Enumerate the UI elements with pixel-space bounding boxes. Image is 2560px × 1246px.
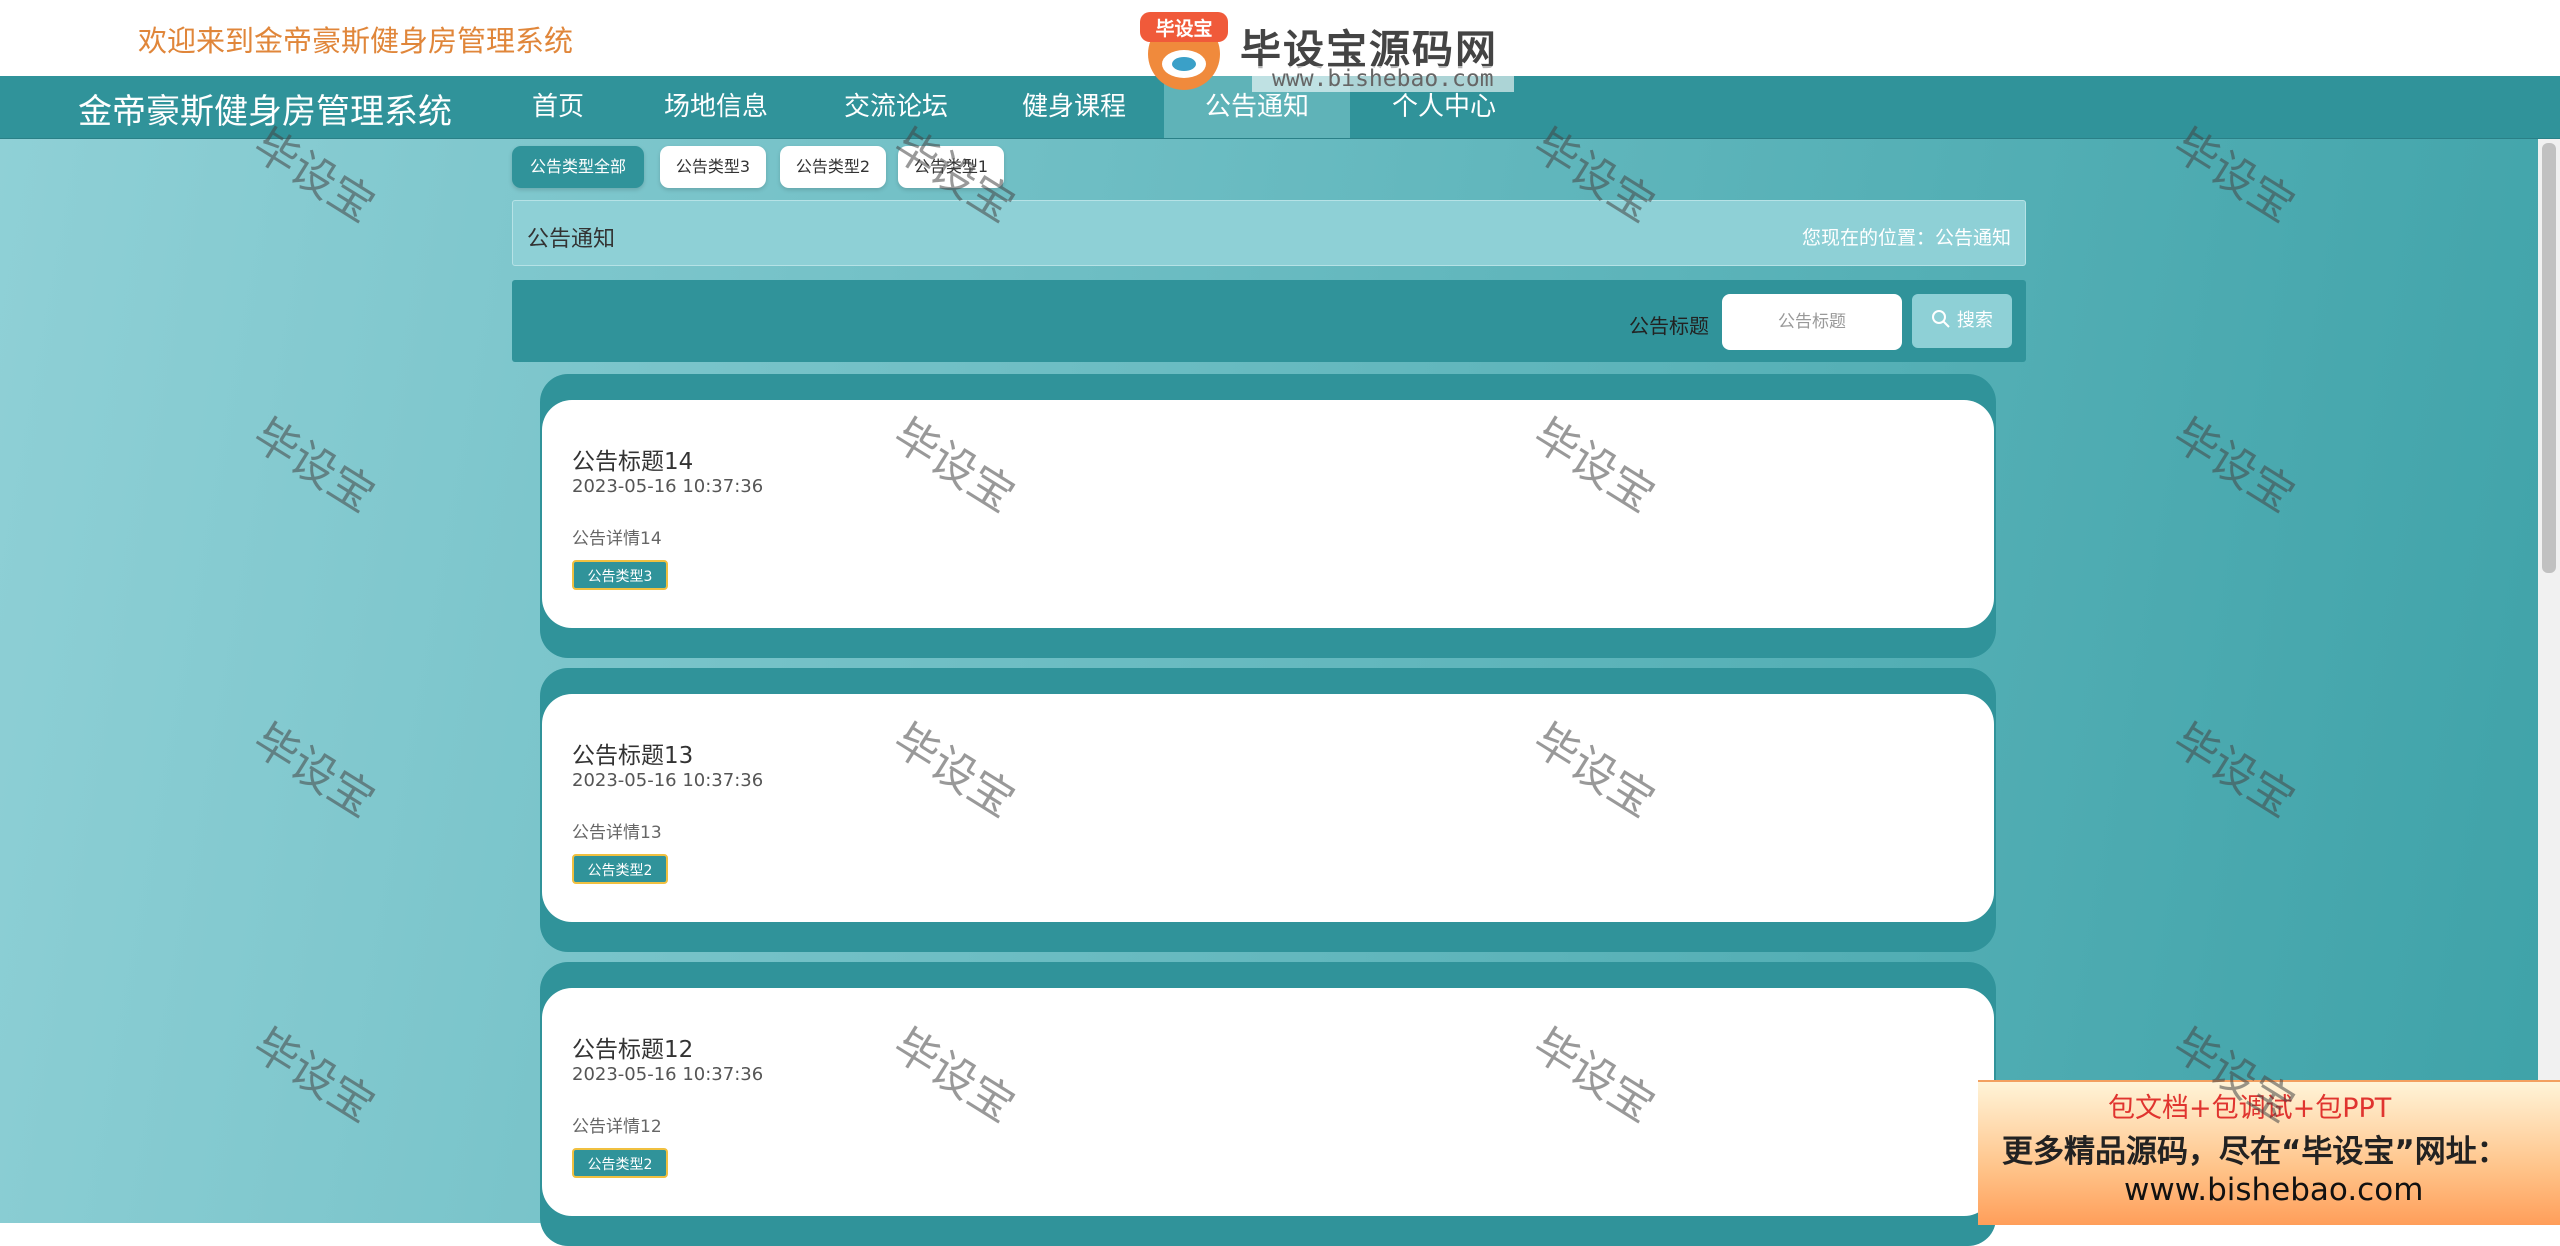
promo-line-1: 包文档+包调试+包PPT bbox=[2108, 1093, 2392, 1124]
site-logo[interactable]: 毕设宝 毕设宝源码网 www.bishebao.com bbox=[1136, 6, 1518, 98]
notice-type-tag: 公告类型2 bbox=[572, 854, 668, 884]
notice-time: 2023-05-16 10:37:36 bbox=[572, 770, 764, 791]
welcome-text: 欢迎来到金帝豪斯健身房管理系统 bbox=[138, 24, 574, 58]
nav-fitness-courses[interactable]: 健身课程 bbox=[1010, 76, 1138, 138]
search-bar: 公告标题 搜索 bbox=[512, 280, 2026, 362]
notice-detail: 公告详情13 bbox=[572, 823, 662, 843]
notice-card[interactable]: 公告标题12 2023-05-16 10:37:36 公告详情12 公告类型2 bbox=[540, 962, 1996, 1246]
logo-badge-icon: 毕设宝 bbox=[1140, 12, 1228, 90]
search-label: 公告标题 bbox=[1629, 314, 1709, 338]
search-icon bbox=[1932, 310, 1950, 328]
nav-venue-info[interactable]: 场地信息 bbox=[652, 76, 780, 138]
notice-time: 2023-05-16 10:37:36 bbox=[572, 1064, 764, 1085]
notice-card[interactable]: 公告标题14 2023-05-16 10:37:36 公告详情14 公告类型3 bbox=[540, 374, 1996, 658]
notice-card[interactable]: 公告标题13 2023-05-16 10:37:36 公告详情13 公告类型2 bbox=[540, 668, 1996, 952]
promo-banner[interactable]: 包文档+包调试+包PPT 更多精品源码，尽在“毕设宝”网址： www.bishe… bbox=[1978, 1080, 2560, 1225]
notice-title[interactable]: 公告标题13 bbox=[572, 736, 693, 770]
search-input[interactable] bbox=[1722, 294, 1902, 350]
notice-time: 2023-05-16 10:37:36 bbox=[572, 476, 764, 497]
nav-home[interactable]: 首页 bbox=[512, 76, 604, 138]
page-title-bar: 公告通知 您现在的位置：公告通知 bbox=[512, 200, 2026, 266]
notice-card-body: 公告标题12 2023-05-16 10:37:36 公告详情12 公告类型2 bbox=[542, 988, 1994, 1216]
category-1-button[interactable]: 公告类型1 bbox=[898, 146, 1004, 188]
breadcrumb: 您现在的位置：公告通知 bbox=[1801, 227, 2011, 249]
brand-title: 金帝豪斯健身房管理系统 bbox=[78, 92, 452, 132]
page-title: 公告通知 bbox=[527, 227, 616, 252]
notice-title[interactable]: 公告标题14 bbox=[572, 442, 693, 476]
scrollbar-thumb[interactable] bbox=[2542, 143, 2556, 573]
logo-badge-text: 毕设宝 bbox=[1155, 17, 1212, 40]
category-3-button[interactable]: 公告类型3 bbox=[660, 146, 766, 188]
promo-url[interactable]: www.bishebao.com bbox=[2124, 1172, 2423, 1208]
nav-forum[interactable]: 交流论坛 bbox=[832, 76, 960, 138]
page-scrollbar[interactable] bbox=[2538, 139, 2560, 1223]
notice-type-tag: 公告类型3 bbox=[572, 560, 668, 590]
notice-type-tag: 公告类型2 bbox=[572, 1148, 668, 1178]
search-button[interactable]: 搜索 bbox=[1912, 294, 2012, 348]
notice-title[interactable]: 公告标题12 bbox=[572, 1030, 693, 1064]
search-button-label: 搜索 bbox=[1956, 310, 1993, 331]
notice-card-body: 公告标题13 2023-05-16 10:37:36 公告详情13 公告类型2 bbox=[542, 694, 1994, 922]
notice-detail: 公告详情12 bbox=[572, 1117, 662, 1137]
logo-url: www.bishebao.com bbox=[1252, 66, 1514, 92]
promo-line-2: 更多精品源码，尽在“毕设宝”网址： bbox=[2002, 1134, 2508, 1170]
notice-card-body: 公告标题14 2023-05-16 10:37:36 公告详情14 公告类型3 bbox=[542, 400, 1994, 628]
notice-detail: 公告详情14 bbox=[572, 529, 662, 549]
category-2-button[interactable]: 公告类型2 bbox=[780, 146, 886, 188]
category-all-button[interactable]: 公告类型全部 bbox=[512, 146, 644, 188]
